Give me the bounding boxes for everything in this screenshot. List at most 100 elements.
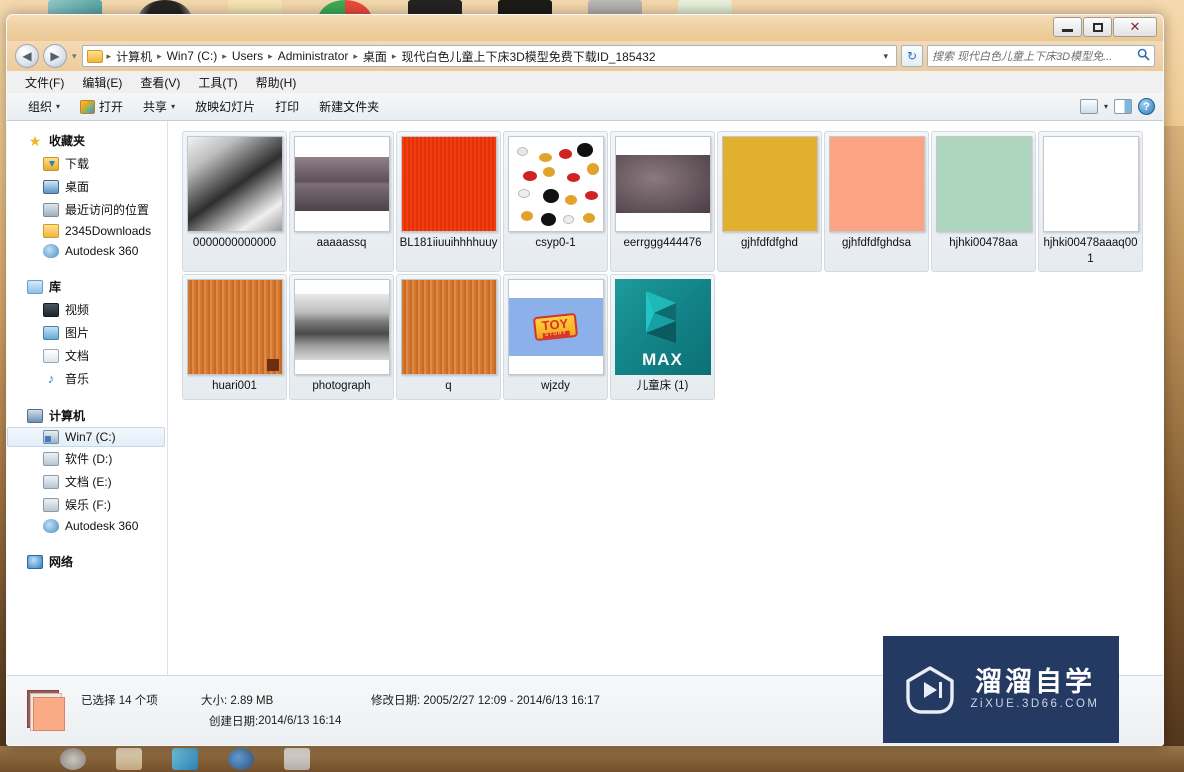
sidebar-item-autodesk360-computer[interactable]: Autodesk 360 [7,516,167,536]
title-bar[interactable]: ✕ [7,15,1163,41]
sidebar-item-music[interactable]: ♪ 音乐 [7,367,167,390]
file-item[interactable]: huari001 [182,274,287,400]
drive-icon [43,497,59,512]
sidebar-item-2345downloads[interactable]: 2345Downloads [7,221,167,241]
file-item[interactable]: gjhfdfdfghd [717,131,822,273]
breadcrumb-win7[interactable]: Win7 (C:) [163,48,222,64]
menu-view[interactable]: 查看(V) [132,72,188,93]
taskbar-icon-5[interactable] [284,748,310,770]
share-button[interactable]: 共享 ▾ [134,95,184,118]
sidebar-item-desktop[interactable]: 桌面 [7,175,167,198]
new-folder-button[interactable]: 新建文件夹 [310,95,388,118]
menu-file[interactable]: 文件(F) [17,72,72,93]
mickey-pattern-icon [508,137,603,231]
print-button[interactable]: 打印 [266,95,308,118]
file-thumbnail [935,136,1032,232]
status-modified: 修改日期: 2005/2/27 12:09 - 2014/6/13 16:17 [371,692,600,708]
file-name: BL181iiuuihhhhuuy [399,237,498,249]
address-dropdown-icon[interactable]: ▾ [877,51,894,62]
file-name: eerrggg444476 [623,237,702,249]
status-details: 已选择 14 个项 大小: 2.89 MB 修改日期: 2005/2/27 12… [81,692,600,729]
file-item[interactable]: MAX 儿童床 (1) [610,274,715,400]
slideshow-button[interactable]: 放映幻灯片 [186,95,264,118]
close-button[interactable]: ✕ [1113,17,1157,37]
file-name: hjhki00478aaaq001 [1043,237,1138,265]
sidebar-group-libraries[interactable]: 库 [7,275,167,298]
sidebar-group-network[interactable]: 网络 [7,550,167,573]
file-item[interactable]: hjhki00478aa [931,131,1036,273]
search-input[interactable]: 搜索 现代白色儿童上下床3D模型免... [927,45,1155,67]
breadcrumb-desktop[interactable]: 桌面 [359,47,391,66]
breadcrumb-administrator[interactable]: Administrator [274,48,353,64]
file-item[interactable]: TOY STORY wjzdy [503,274,608,400]
file-thumbnail [507,136,604,232]
preview-pane-icon[interactable] [1114,99,1132,114]
breadcrumb-current-folder[interactable]: 现代白色儿童上下床3D模型免费下载ID_185432 [397,47,659,66]
sidebar-group-label: 库 [49,280,62,294]
sidebar-group-favorites[interactable]: ★ 收藏夹 [7,129,167,152]
sidebar-item-drive-f[interactable]: 娱乐 (F:) [7,493,167,516]
sidebar-item-drive-d[interactable]: 软件 (D:) [7,447,167,470]
file-name: gjhfdfdfghdsa [841,237,912,249]
breadcrumb-computer[interactable]: 计算机 [112,47,156,66]
sidebar-item-drive-e[interactable]: 文档 (E:) [7,470,167,493]
organize-button[interactable]: 组织 ▾ [19,95,69,118]
file-thumbnail: MAX [614,279,711,376]
sidebar-item-label: 娱乐 (F:) [65,498,111,512]
taskbar-icon-3[interactable] [172,748,198,770]
address-path-bar[interactable]: ▸ 计算机 ▸ Win7 (C:) ▸ Users ▸ Administrato… [81,45,897,67]
history-dropdown[interactable]: ▾ [71,51,78,62]
taskbar-icon-4[interactable] [228,748,254,770]
open-button[interactable]: 打开 [71,95,132,118]
max-file-icon: MAX [614,279,711,376]
sidebar-item-pictures[interactable]: 图片 [7,321,167,344]
menu-help[interactable]: 帮助(H) [248,72,305,93]
file-name: huari001 [212,380,257,393]
sidebar-item-videos[interactable]: 视频 [7,298,167,321]
window-controls: ✕ [1053,17,1157,37]
file-thumbnail [614,136,711,232]
address-bar-row: ◀ ▶ ▾ ▸ 计算机 ▸ Win7 (C:) ▸ Users ▸ Admini… [7,41,1163,71]
close-icon: ✕ [1129,19,1141,34]
file-item[interactable]: hjhki00478aaaq001 [1038,131,1143,273]
drive-icon [43,474,59,489]
file-item[interactable]: csyp0-1 [503,131,608,273]
downloads-icon [43,156,59,171]
file-list-pane[interactable]: 0000000000000 aaaaassq BL181iiuuihhhhuuy [168,121,1163,675]
minimize-button[interactable] [1053,17,1082,37]
file-item[interactable]: aaaaassq [289,131,394,273]
folder-icon [43,224,59,238]
sidebar-item-label: Win7 (C:) [65,430,116,444]
breadcrumb-users[interactable]: Users [228,48,267,64]
file-item[interactable]: 0000000000000 [182,131,287,273]
file-item[interactable]: gjhfdfdfghdsa [824,131,929,273]
back-button[interactable]: ◀ [15,44,39,68]
sidebar-item-recent-places[interactable]: 最近访问的位置 [7,198,167,221]
file-item[interactable]: photograph [289,274,394,400]
forward-button[interactable]: ▶ [43,44,67,68]
menu-tools[interactable]: 工具(T) [190,72,245,93]
sidebar-item-autodesk360-fav[interactable]: Autodesk 360 [7,241,167,261]
sidebar-item-label: 软件 (D:) [65,452,113,466]
file-item[interactable]: q [396,274,501,400]
taskbar-icon-1[interactable] [60,748,86,770]
file-item[interactable]: eerrggg444476 [610,131,715,273]
taskbar-icon-2[interactable] [116,748,142,770]
help-icon[interactable]: ? [1138,98,1155,115]
sidebar-group-computer[interactable]: 计算机 [7,404,167,427]
menu-edit[interactable]: 编辑(E) [74,72,130,93]
refresh-button[interactable]: ↻ [901,45,923,67]
sidebar-item-downloads[interactable]: 下载 [7,152,167,175]
sidebar-item-documents[interactable]: 文档 [7,344,167,367]
maximize-button[interactable] [1083,17,1112,37]
file-name: gjhfdfdfghd [741,237,798,249]
change-view-icon[interactable] [1079,99,1098,114]
organize-label: 组织 [28,100,53,114]
file-item[interactable]: BL181iiuuihhhhuuy [396,131,501,273]
sidebar-item-win7-c[interactable]: Win7 (C:) [7,427,165,447]
sidebar-item-label: 最近访问的位置 [65,203,150,217]
desktop-icon [43,179,59,194]
chevron-down-icon[interactable]: ▾ [1104,102,1108,111]
drive-icon [43,451,59,466]
recent-places-icon [43,202,59,217]
